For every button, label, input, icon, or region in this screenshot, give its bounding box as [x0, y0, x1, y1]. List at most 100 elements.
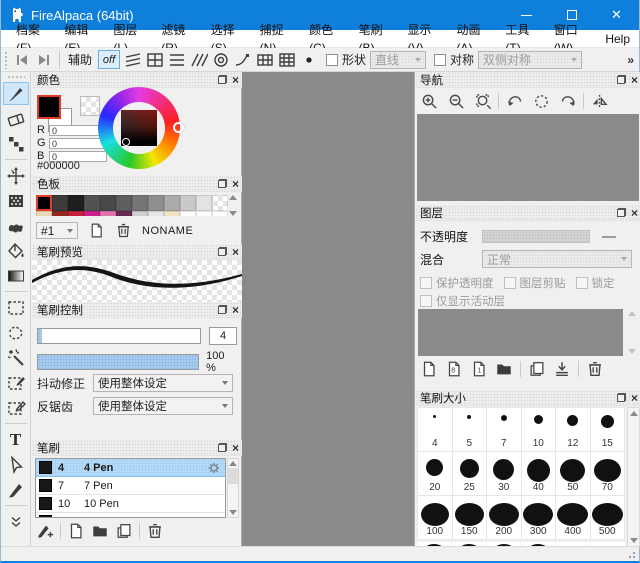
palette-swatch[interactable]	[100, 211, 116, 216]
assist-diagonal-hatch-icon[interactable]	[188, 50, 210, 70]
eraser-tool-button[interactable]	[3, 107, 29, 130]
scroll-thumb[interactable]	[228, 468, 238, 484]
toolbar-drag-handle[interactable]	[4, 51, 8, 69]
brush-list-item[interactable]: 1515 Pen	[36, 513, 225, 518]
assist-grid-icon[interactable]	[276, 50, 298, 70]
palette-swatch[interactable]	[196, 211, 212, 216]
zoom-fit-button[interactable]	[471, 91, 495, 111]
text-tool-button[interactable]: T	[3, 428, 29, 451]
layer-panel-header[interactable]: 图层 ×	[415, 205, 640, 221]
assist-table-icon[interactable]	[254, 50, 276, 70]
shape-checkbox[interactable]	[326, 54, 338, 66]
hue-handle[interactable]	[173, 122, 184, 133]
gradient-tool-button[interactable]	[3, 264, 29, 287]
palette-swatch[interactable]	[148, 195, 164, 211]
close-panel-icon[interactable]: ×	[232, 247, 239, 257]
primary-color-swatch[interactable]	[37, 95, 61, 119]
palette-scrollbar[interactable]	[227, 195, 238, 216]
float-panel-icon[interactable]	[218, 75, 227, 84]
close-panel-icon[interactable]: ×	[232, 443, 239, 453]
rotate-cw-button[interactable]	[556, 91, 580, 111]
symmetry-checkbox[interactable]	[434, 54, 446, 66]
color-panel-header[interactable]: 颜色 ×	[32, 72, 242, 88]
brush-size-cell[interactable]: 70	[591, 452, 625, 495]
redo-button[interactable]	[33, 50, 55, 70]
brush-size-cell[interactable]: 25	[453, 452, 487, 495]
brush-size-scrollbar[interactable]	[627, 407, 640, 547]
brush-size-cell[interactable]: 30	[487, 452, 521, 495]
float-panel-icon[interactable]	[218, 247, 227, 256]
palette-swatch[interactable]	[52, 211, 68, 216]
assist-curve-icon[interactable]	[232, 50, 254, 70]
close-panel-icon[interactable]: ×	[631, 393, 638, 403]
palette-swatch[interactable]	[212, 211, 228, 216]
palette-swatch[interactable]	[116, 211, 132, 216]
toolbar-overflow-button[interactable]: »	[627, 53, 633, 67]
green-slider[interactable]: 0	[49, 138, 107, 149]
new-8bit-layer-button[interactable]: 8	[445, 360, 463, 378]
brush-tool-button[interactable]	[3, 82, 29, 105]
brush-list-scrollbar[interactable]	[227, 458, 239, 518]
resize-grip[interactable]	[626, 549, 636, 559]
delete-swatch-button[interactable]	[115, 222, 132, 239]
merge-layer-button[interactable]	[553, 360, 571, 378]
brush-preview-header[interactable]: 笔刷预览 ×	[32, 244, 242, 260]
brush-size-header[interactable]: 笔刷大小 ×	[415, 390, 640, 406]
brush-list-item[interactable]: 44 Pen	[36, 459, 225, 477]
palette-swatch[interactable]	[84, 211, 100, 216]
new-brush-button[interactable]	[67, 522, 85, 540]
palette-swatch[interactable]	[84, 195, 100, 211]
palette-swatch[interactable]	[148, 211, 164, 216]
float-panel-icon[interactable]	[617, 208, 626, 217]
delete-layer-button[interactable]	[586, 360, 604, 378]
layer-list-scrollbar[interactable]	[625, 309, 638, 356]
close-panel-icon[interactable]: ×	[631, 75, 638, 85]
brush-size-cell[interactable]: 100	[418, 496, 452, 539]
new-layer-button[interactable]	[420, 360, 438, 378]
palette-swatch[interactable]	[116, 195, 132, 211]
active-only-checkbox[interactable]	[420, 295, 432, 307]
close-button[interactable]: ✕	[594, 0, 639, 30]
close-panel-icon[interactable]: ×	[232, 305, 239, 315]
shape-select[interactable]: 直线	[370, 51, 426, 69]
float-panel-icon[interactable]	[218, 305, 227, 314]
assist-cross-icon[interactable]	[144, 50, 166, 70]
move-tool-button[interactable]	[3, 164, 29, 187]
palette-swatch[interactable]	[132, 195, 148, 211]
rotate-ccw-button[interactable]	[502, 91, 526, 111]
new-1bit-layer-button[interactable]: 1	[470, 360, 488, 378]
assist-off-button[interactable]: off	[98, 50, 120, 69]
brush-size-cell[interactable]: 4	[418, 408, 452, 451]
palette-swatch[interactable]	[164, 195, 180, 211]
brush-size-cell[interactable]: 500	[591, 496, 625, 539]
tool-rail-more-button[interactable]	[3, 510, 29, 533]
close-panel-icon[interactable]: ×	[232, 179, 239, 189]
layer-opacity-slider[interactable]	[482, 230, 590, 243]
float-panel-icon[interactable]	[617, 393, 626, 402]
rotate-reset-button[interactable]	[529, 91, 553, 111]
brush-size-cell[interactable]: 20	[418, 452, 452, 495]
brush-size-cell[interactable]: 200	[487, 496, 521, 539]
pen-tool-button[interactable]	[3, 478, 29, 501]
brush-size-cell[interactable]: 40	[522, 452, 556, 495]
palette-swatch[interactable]	[68, 195, 84, 211]
brush-settings-gear-icon[interactable]	[207, 461, 221, 475]
palette-swatch[interactable]	[132, 211, 148, 216]
zoom-in-button[interactable]	[417, 91, 441, 111]
brush-size-cell[interactable]: 12	[556, 408, 590, 451]
palette-swatch[interactable]	[36, 211, 52, 216]
brush-size-cell[interactable]: 5	[453, 408, 487, 451]
clipping-checkbox[interactable]	[504, 277, 516, 289]
navigator-preview[interactable]	[417, 114, 639, 201]
palette-swatch[interactable]	[36, 195, 52, 211]
brush-size-cell[interactable]: 150	[453, 496, 487, 539]
screentone-tool-button[interactable]	[3, 189, 29, 212]
palette-panel-header[interactable]: 色板 ×	[32, 176, 242, 192]
new-swatch-button[interactable]	[88, 222, 105, 239]
protect-alpha-checkbox[interactable]	[420, 277, 432, 289]
palette-swatch[interactable]	[180, 195, 196, 211]
smudge-tool-button[interactable]	[3, 214, 29, 237]
brush-size-cell[interactable]: 50	[556, 452, 590, 495]
palette-swatch[interactable]	[164, 211, 180, 216]
brush-panel-header[interactable]: 笔刷 ×	[32, 440, 242, 456]
